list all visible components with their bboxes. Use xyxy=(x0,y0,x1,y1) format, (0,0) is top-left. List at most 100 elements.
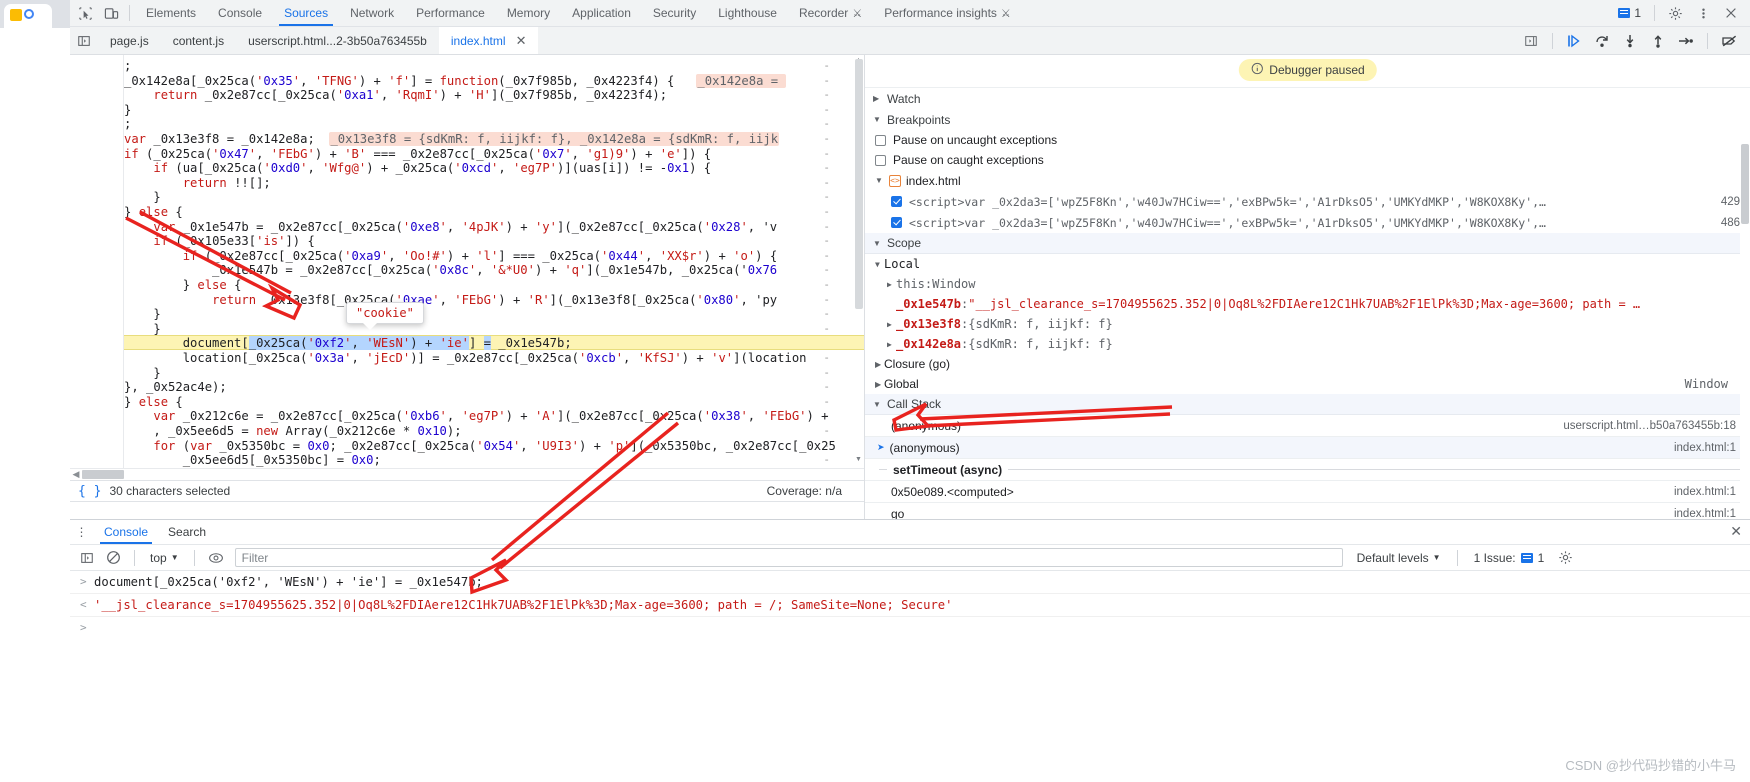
code-line[interactable]: location[_0x25ca('0x3a', 'jEcD')] = _0x2… xyxy=(124,351,864,366)
editor-horizontal-scrollbar[interactable]: ◀ xyxy=(70,468,864,480)
code-line[interactable]: } xyxy=(124,190,864,205)
tab-performance-insights[interactable]: Performance insights ⚔ xyxy=(873,0,1022,26)
code-line[interactable]: }, _0x52ac4e); xyxy=(124,380,864,395)
code-line[interactable]: return _0x13e3f8[_0x25ca('0xae', 'FEbG')… xyxy=(124,293,864,308)
scope-local-group[interactable]: ▼ Local xyxy=(865,254,1750,274)
scope-entry-obj-2[interactable]: ▶ _0x142e8a : {sdKmR: f, iijkf: f} xyxy=(865,334,1750,354)
code-line[interactable]: } xyxy=(124,307,864,322)
deactivate-breakpoints-icon[interactable] xyxy=(1716,28,1742,54)
code-line[interactable]: if (_0x105e33['is']) { xyxy=(124,234,864,249)
code-line[interactable]: _0x5ee6d5[_0x5350bc] = 0x0; xyxy=(124,453,864,468)
tab-recorder[interactable]: Recorder ⚔ xyxy=(788,0,873,26)
console-filter-input[interactable]: Filter xyxy=(234,548,1343,567)
code-line[interactable]: ; xyxy=(124,117,864,132)
code-line[interactable]: } xyxy=(124,103,864,118)
tab-sources[interactable]: Sources xyxy=(273,0,339,26)
pretty-print-icon[interactable]: { } xyxy=(78,484,101,499)
pause-on-uncaught-exceptions-row[interactable]: Pause on uncaught exceptions xyxy=(865,130,1750,150)
checkbox[interactable] xyxy=(875,154,886,166)
show-navigator-icon[interactable] xyxy=(70,27,98,54)
checkbox[interactable] xyxy=(875,134,886,146)
code-line[interactable]: var _0x13e3f8 = _0x142e8a; _0x13e3f8 = {… xyxy=(124,132,864,147)
code-editor[interactable]: ----------------------------- ;_0x142e8a… xyxy=(70,55,864,480)
source-tab-userscript-html[interactable]: userscript.html...2-3b50a763455b xyxy=(236,27,439,54)
code-line[interactable]: } else { xyxy=(124,205,864,220)
drawer-tab-console[interactable]: Console xyxy=(94,520,158,544)
console-output[interactable]: > document[_0x25ca('0xf2', 'WEsN') + 'ie… xyxy=(70,571,1750,782)
step-icon[interactable] xyxy=(1673,28,1699,54)
code-line[interactable]: if (_0x25ca('0x47', 'FEbG') + 'B' === _0… xyxy=(124,147,864,162)
breakpoint-entry[interactable]: <script>var _0x2da3=['wpZ5F8Kn','w40Jw7H… xyxy=(865,191,1750,212)
code-line[interactable]: return _0x2e87cc[_0x25ca('0xa1', 'RqmI')… xyxy=(124,88,864,103)
close-drawer-icon[interactable]: ✕ xyxy=(1730,523,1742,540)
checkbox[interactable] xyxy=(891,196,902,207)
breakpoint-entry[interactable]: <script>var _0x2da3=['wpZ5F8Kn','w40Jw7H… xyxy=(865,212,1750,233)
clear-console-icon[interactable] xyxy=(102,547,124,569)
drawer-tab-search[interactable]: Search xyxy=(158,520,216,544)
section-breakpoints[interactable]: ▼ Breakpoints xyxy=(865,109,1750,130)
inspect-element-icon[interactable] xyxy=(72,1,98,26)
tab-security[interactable]: Security xyxy=(642,0,707,26)
scrollbar-thumb[interactable] xyxy=(82,470,124,479)
code-content[interactable]: ; _0x142e8a[_0x25ca('0x35', 'TFNG') + 'f'… xyxy=(124,55,864,480)
call-stack-frame[interactable]: go index.html:1 xyxy=(865,503,1750,520)
code-line[interactable]: if (_0x2e87cc[_0x25ca('0xa9', 'Oo!#') + … xyxy=(124,249,864,264)
call-stack-frame[interactable]: 0x50e089.<computed> index.html:1 xyxy=(865,481,1750,503)
section-call-stack[interactable]: ▼ Call Stack xyxy=(865,394,1750,415)
code-line[interactable]: } xyxy=(124,366,864,381)
tab-application[interactable]: Application xyxy=(561,0,642,26)
execution-context-selector[interactable]: top ▼ xyxy=(145,551,184,565)
console-issues-link[interactable]: 1 Issue: 1 xyxy=(1468,551,1551,565)
call-stack-frame[interactable]: (anonymous) userscript.html…b50a763455b:… xyxy=(865,415,1750,437)
scrollbar-thumb[interactable] xyxy=(855,59,863,309)
debugger-sections[interactable]: ▶ Watch ▼ Breakpoints Pause on uncaught … xyxy=(865,88,1750,519)
bookmark-icon[interactable] xyxy=(10,9,22,21)
more-options-icon[interactable] xyxy=(1690,1,1716,26)
code-line[interactable]: ; xyxy=(124,59,864,74)
profile-icon[interactable] xyxy=(24,9,34,19)
console-sidebar-icon[interactable] xyxy=(76,547,98,569)
code-line[interactable]: } else { xyxy=(124,278,864,293)
breakpoint-file-group[interactable]: ▼ <> index.html xyxy=(865,170,1750,191)
code-line[interactable]: _0x1e547b = _0x2e87cc[_0x25ca('0x8c', '&… xyxy=(124,263,864,278)
tab-network[interactable]: Network xyxy=(339,0,405,26)
tab-elements[interactable]: Elements xyxy=(135,0,207,26)
scope-closure-group[interactable]: ▶ Closure (go) xyxy=(865,354,1750,374)
code-line[interactable]: _0x142e8a[_0x25ca('0x35', 'TFNG') + 'f']… xyxy=(124,73,864,89)
close-tab-icon[interactable]: ✕ xyxy=(516,33,527,49)
code-line[interactable]: , _0x5ee6d5 = new Array(_0x212c6e * 0x10… xyxy=(124,424,864,439)
code-line[interactable]: if (ua[_0x25ca('0xd0', 'Wfg@') + _0x25ca… xyxy=(124,161,864,176)
tab-console[interactable]: Console xyxy=(207,0,273,26)
scope-global-group[interactable]: ▶ Global Window xyxy=(865,374,1750,394)
console-input-entry[interactable]: > document[_0x25ca('0xf2', 'WEsN') + 'ie… xyxy=(70,571,1750,594)
debugger-vertical-scrollbar[interactable] xyxy=(1740,88,1750,519)
step-into-next-function-call-icon[interactable] xyxy=(1617,28,1643,54)
scope-entry-obj-1[interactable]: ▶ _0x13e3f8 : {sdKmR: f, iijkf: f} xyxy=(865,314,1750,334)
call-stack-frame-selected[interactable]: ➤ (anonymous) index.html:1 xyxy=(865,437,1750,459)
step-over-next-function-call-icon[interactable] xyxy=(1589,28,1615,54)
device-toolbar-icon[interactable] xyxy=(98,1,124,26)
log-levels-selector[interactable]: Default levels ▼ xyxy=(1351,551,1447,565)
settings-gear-icon[interactable] xyxy=(1662,1,1688,26)
console-prompt-row[interactable]: > xyxy=(70,617,1750,639)
editor-vertical-scrollbar[interactable]: ▲ ▼ xyxy=(853,55,864,468)
step-out-of-current-function-icon[interactable] xyxy=(1645,28,1671,54)
issues-counter[interactable]: 1 xyxy=(1612,6,1647,20)
code-line[interactable]: } else { xyxy=(124,395,864,410)
scroll-left-icon[interactable]: ◀ xyxy=(70,469,82,480)
section-watch[interactable]: ▶ Watch xyxy=(865,88,1750,109)
tab-performance[interactable]: Performance xyxy=(405,0,496,26)
code-line[interactable]: for (var _0x5350bc = 0x0; _0x2e87cc[_0x2… xyxy=(124,439,864,454)
section-scope[interactable]: ▼ Scope xyxy=(865,233,1750,254)
more-tools-icon[interactable]: ⋮ xyxy=(70,525,94,539)
source-tab-content-js[interactable]: content.js xyxy=(161,27,236,54)
console-settings-icon[interactable] xyxy=(1554,547,1576,569)
tab-lighthouse[interactable]: Lighthouse xyxy=(707,0,788,26)
close-icon[interactable] xyxy=(1718,1,1744,26)
code-line[interactable]: } xyxy=(124,322,864,337)
scope-entry-cookie-var[interactable]: _0x1e547b : "__jsl_clearance_s=170495562… xyxy=(865,294,1750,314)
live-expression-icon[interactable] xyxy=(205,547,227,569)
scrollbar-thumb[interactable] xyxy=(1741,144,1749,224)
pause-on-caught-exceptions-row[interactable]: Pause on caught exceptions xyxy=(865,150,1750,170)
show-debugger-sidebar-icon[interactable] xyxy=(1518,28,1544,54)
